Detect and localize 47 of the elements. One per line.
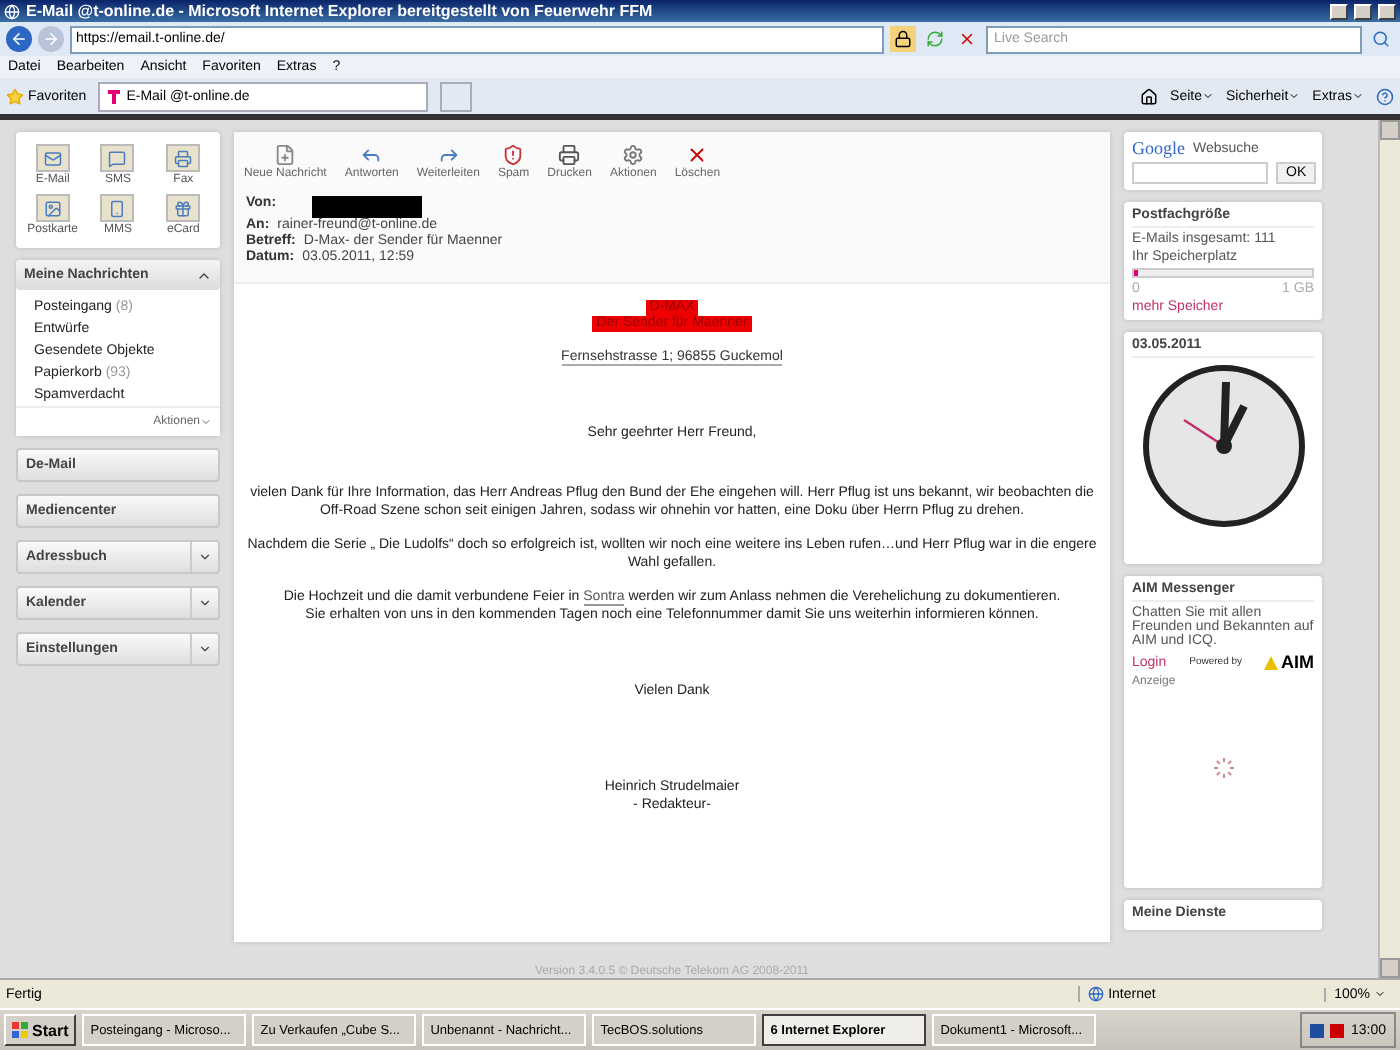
caret-icon (198, 642, 212, 656)
caret-icon (1288, 90, 1301, 102)
caret-icon (1202, 90, 1215, 102)
star-icon (6, 87, 24, 105)
close-icon (958, 30, 976, 48)
back-arrow-icon (10, 30, 28, 48)
search-icon (1372, 30, 1390, 48)
refresh-button[interactable] (922, 26, 948, 52)
settings-icon (622, 144, 645, 166)
reply-icon (360, 144, 383, 166)
start-button[interactable]: Start (4, 1014, 77, 1046)
caret-icon (198, 550, 212, 564)
home-icon[interactable] (1140, 87, 1159, 105)
envelope-icon (43, 149, 62, 167)
gift-icon (174, 199, 193, 217)
search-input[interactable] (1132, 162, 1268, 184)
browser-icon (4, 3, 20, 19)
caret-icon (198, 596, 212, 610)
printer-icon (558, 144, 581, 166)
printer-icon (174, 149, 193, 167)
back-button[interactable] (6, 26, 32, 52)
aim-logo: AIM (1264, 652, 1314, 672)
window-title: E-Mail @t-online.de - Microsoft Internet Explorer bereitgestellt von Feuerwehr FFM (26, 2, 655, 20)
image-icon (43, 199, 62, 217)
site-logo-icon (108, 89, 121, 103)
close-button[interactable] (1378, 3, 1396, 19)
refresh-icon (926, 30, 944, 48)
document-icon (274, 144, 297, 166)
caret-icon (1352, 90, 1364, 102)
caret-icon (200, 416, 212, 428)
maximize-button[interactable] (1354, 3, 1372, 19)
search-button[interactable] (1368, 26, 1394, 52)
caret-icon (1374, 988, 1386, 1000)
shield-icon (502, 144, 525, 166)
help-icon[interactable] (1376, 87, 1394, 105)
chat-icon (108, 149, 127, 167)
globe-icon (1088, 986, 1105, 1002)
phone-icon (108, 199, 127, 217)
close-icon (686, 144, 709, 166)
redacted-block (312, 196, 423, 218)
scrollbar[interactable] (1378, 120, 1400, 978)
minimize-button[interactable] (1330, 3, 1348, 19)
forward-icon (437, 144, 460, 166)
forward-arrow-icon (42, 30, 60, 48)
google-logo: Google (1132, 138, 1185, 158)
windows-logo-icon (12, 1022, 28, 1038)
loading-spinner-icon (1211, 756, 1235, 780)
